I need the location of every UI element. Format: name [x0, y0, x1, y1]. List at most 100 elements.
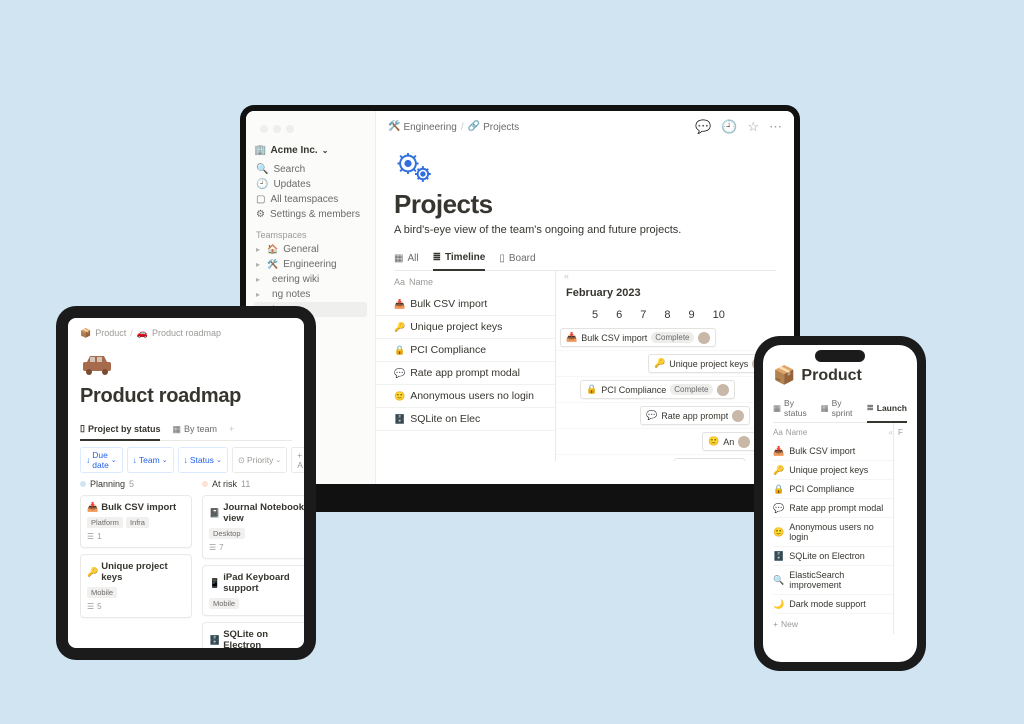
day-label: 7: [640, 309, 646, 321]
sidebar-all-teamspaces[interactable]: ▢All teamspaces: [254, 192, 367, 207]
sidebar-item[interactable]: 🏠General: [254, 242, 367, 257]
row-icon: 🗄️: [773, 552, 784, 561]
view-tabs: ▯Project by status ▦By team +: [80, 418, 292, 441]
timeline-icon: ≣: [433, 252, 441, 263]
chevron-down-icon: ⌄: [322, 146, 329, 155]
page-icon[interactable]: [80, 352, 292, 381]
timeline-card[interactable]: 🙂An: [702, 432, 756, 451]
table-row[interactable]: 🗄️SQLite on Elec: [376, 408, 555, 431]
sidebar-search[interactable]: 🔍Search: [254, 162, 367, 177]
timeline-card[interactable]: 🔑Unique project keys: [648, 354, 770, 373]
new-row[interactable]: +New: [773, 614, 893, 634]
chevron-down-icon: ⌄: [111, 456, 117, 464]
page-icon[interactable]: [394, 149, 436, 185]
list-item[interactable]: 🗄️SQLite on Electron: [773, 547, 893, 566]
name-column: AaName 📥Bulk CSV import🔑Unique project k…: [376, 271, 556, 461]
add-filter[interactable]: + A: [291, 447, 304, 473]
label: By status: [784, 398, 811, 418]
tab-by-team[interactable]: ▦By team: [172, 418, 217, 440]
sidebar-item[interactable]: ng notes: [254, 287, 367, 302]
tab-more[interactable]: +: [229, 418, 234, 440]
filter-chip[interactable]: ↓Due date⌄: [80, 447, 123, 473]
column-header[interactable]: At risk11: [202, 479, 304, 489]
board-card[interactable]: 📥Bulk CSV importPlatformInfra☰1: [80, 495, 192, 548]
window-controls[interactable]: [260, 125, 294, 133]
table-icon: ▦: [394, 253, 403, 264]
column-header-name[interactable]: AaName«: [773, 423, 893, 442]
filter-label: Priority: [247, 455, 273, 465]
label: All: [407, 253, 418, 264]
page-title[interactable]: 📦 Product: [773, 365, 907, 386]
column-header[interactable]: Planning5: [80, 479, 192, 489]
table-row[interactable]: 🙂Anonymous users no login: [376, 385, 555, 408]
timeline-card[interactable]: 💬Rate app prompt: [640, 406, 750, 425]
table-row[interactable]: 🔒PCI Compliance: [376, 339, 555, 362]
column-header-name[interactable]: AaName: [376, 271, 555, 293]
page-title[interactable]: Projects: [394, 189, 776, 220]
list-item[interactable]: 🔑Unique project keys: [773, 461, 893, 480]
table-row[interactable]: 💬Rate app prompt modal: [376, 362, 555, 385]
sidebar-item[interactable]: 🛠️Engineering: [254, 257, 367, 272]
timeline-card[interactable]: 🔒PCI ComplianceComplete: [580, 380, 735, 399]
card-title: SQLite on Electron: [223, 629, 304, 648]
more-icon[interactable]: ⋯: [769, 119, 782, 135]
breadcrumb[interactable]: 📦Product / 🚗Product roadmap: [80, 328, 292, 338]
table-row[interactable]: 📥Bulk CSV import: [376, 293, 555, 316]
card-title: Unique project keys: [101, 561, 185, 583]
board-card[interactable]: 📱iPad Keyboard supportMobile: [202, 565, 304, 616]
page-title[interactable]: Product roadmap: [80, 385, 292, 408]
timeline-card[interactable]: 📥Bulk CSV importComplete: [560, 328, 716, 347]
chevron-icon: [256, 274, 262, 285]
day-label: 6: [616, 309, 622, 321]
card-icon: 🔒: [586, 385, 597, 394]
tab-by-status[interactable]: ▦By status: [773, 394, 811, 422]
page-subtitle[interactable]: A bird's-eye view of the team's ongoing …: [394, 224, 776, 236]
plus-icon: +: [773, 619, 778, 629]
card-icon: 📥: [87, 503, 98, 512]
subtask-count: 1: [97, 532, 101, 541]
row-name: Bulk CSV import: [410, 298, 487, 310]
tab-project-by-status[interactable]: ▯Project by status: [80, 418, 160, 441]
column-count: 11: [241, 479, 250, 489]
board: Planning5 📥Bulk CSV importPlatformInfra☰1…: [80, 479, 292, 648]
comments-icon[interactable]: 💬: [695, 119, 711, 135]
list-item[interactable]: 🔒PCI Compliance: [773, 480, 893, 499]
board-column: At risk11 📓Journal Notebook viewDesktop☰7…: [202, 479, 304, 648]
star-icon[interactable]: ☆: [747, 119, 759, 135]
sidebar-updates[interactable]: 🕘Updates: [254, 177, 367, 192]
tab-by-sprint[interactable]: ▦By sprint: [821, 394, 857, 422]
board-card[interactable]: 🗄️SQLite on Electron: [202, 622, 304, 648]
clock-icon[interactable]: 🕘: [721, 119, 737, 135]
filter-bar: ↓Due date⌄↓Team⌄↓Status⌄⊙Priority⌄+ A: [80, 447, 292, 473]
phone-screen: 📦 Product ▦By status ▦By sprint ≣Launch …: [763, 345, 917, 662]
list-item[interactable]: 💬Rate app prompt modal: [773, 499, 893, 518]
row-icon: 🔒: [773, 485, 784, 494]
tab-launch[interactable]: ≣Launch: [867, 394, 907, 423]
filter-chip[interactable]: ↓Status⌄: [178, 447, 228, 473]
tab-all[interactable]: ▦ All: [394, 246, 419, 270]
table-row[interactable]: 🔑Unique project keys: [376, 316, 555, 339]
list-item[interactable]: 📥Bulk CSV import: [773, 442, 893, 461]
sidebar-section-teamspaces: Teamspaces: [256, 230, 367, 240]
card-icon: 📓: [209, 509, 220, 518]
timeline-column[interactable]: F: [893, 423, 907, 634]
tab-timeline[interactable]: ≣Timeline: [433, 246, 486, 271]
filter-chip[interactable]: ↓Team⌄: [127, 447, 174, 473]
board-card[interactable]: 🔑Unique project keysMobile☰5: [80, 554, 192, 618]
list-item[interactable]: 🌙Dark mode support: [773, 595, 893, 614]
sidebar-settings[interactable]: ⚙Settings & members: [254, 207, 367, 222]
filter-chip[interactable]: ⊙Priority⌄: [232, 447, 287, 473]
card-title: Journal Notebook view: [223, 502, 304, 524]
list-item[interactable]: 🔍ElasticSearch improvement: [773, 566, 893, 595]
sidebar-item[interactable]: eering wiki: [254, 272, 367, 287]
collapse-icon[interactable]: «: [564, 271, 569, 281]
timeline-card[interactable]: 🗄️SQLite: [674, 458, 745, 461]
card-icon: 🙂: [708, 437, 719, 446]
workspace-switcher[interactable]: 🏢 Acme Inc. ⌄: [254, 145, 367, 156]
filter-icon: ↓: [86, 455, 90, 465]
tab-board[interactable]: ▯Board: [499, 246, 535, 270]
list-item[interactable]: 🙂Anonymous users no login: [773, 518, 893, 547]
board-card[interactable]: 📓Journal Notebook viewDesktop☰7: [202, 495, 304, 559]
breadcrumb[interactable]: 🛠️Engineering / 🔗Projects: [388, 122, 519, 133]
box-icon: 📦: [80, 329, 91, 338]
